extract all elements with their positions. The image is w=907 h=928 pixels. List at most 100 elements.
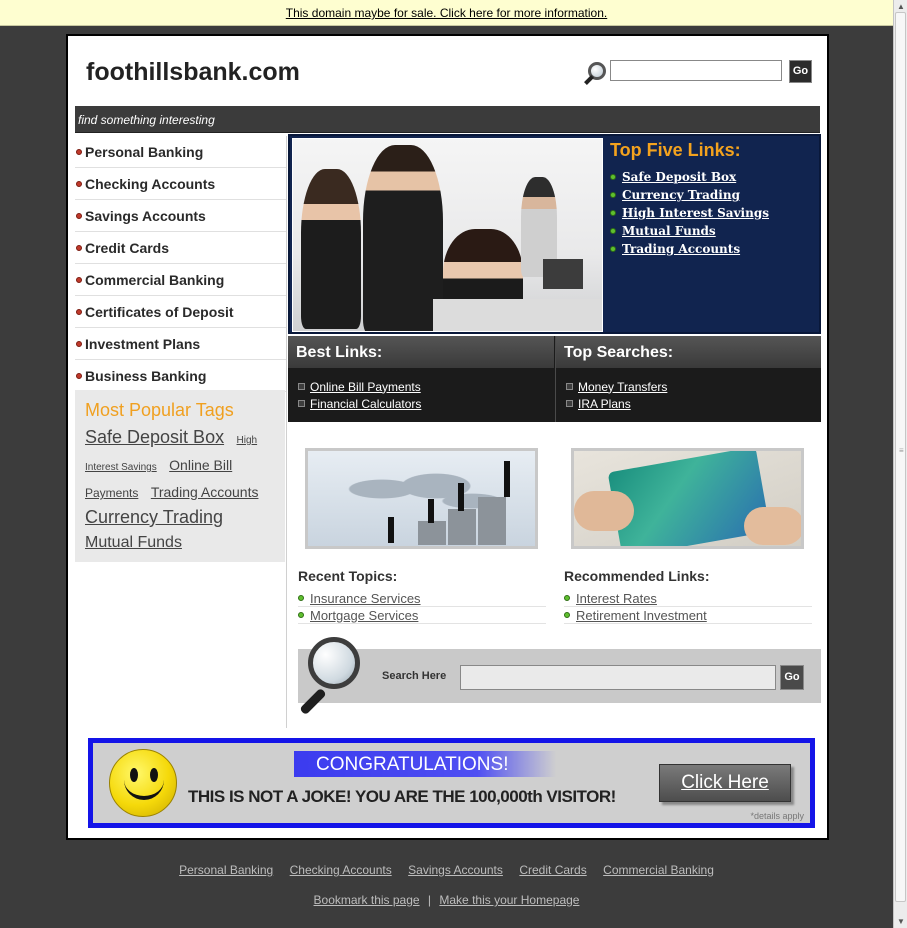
scrollbar-thumb[interactable]: ≡ xyxy=(895,12,906,902)
nav-item-business-banking[interactable]: Business Banking xyxy=(75,360,287,392)
top-link[interactable]: Currency Trading xyxy=(622,188,740,202)
nav-item-label: Checking Accounts xyxy=(85,175,216,192)
tagline-text: find something interesting xyxy=(78,113,215,127)
top-link[interactable]: Mutual Funds xyxy=(622,224,716,238)
feature-panel: Top Five Links: Safe Deposit Box Currenc… xyxy=(288,134,821,334)
red-bullet-icon xyxy=(76,244,82,251)
tag-link[interactable]: Interest Savings xyxy=(85,462,157,473)
footer-link-commercial-banking[interactable]: Commercial Banking xyxy=(603,863,714,877)
header-search: Go xyxy=(584,60,824,86)
footer-link-personal-banking[interactable]: Personal Banking xyxy=(179,863,273,877)
recent-topic-link[interactable]: Insurance Services xyxy=(310,591,421,606)
scroll-down-arrow-icon[interactable]: ▼ xyxy=(897,917,905,926)
nav-item-label: Certificates of Deposit xyxy=(85,303,234,320)
tag-link[interactable]: Online Bill xyxy=(169,457,232,473)
nav-item-label: Commercial Banking xyxy=(85,271,225,288)
nav-item-label: Business Banking xyxy=(85,367,207,384)
list-item: Mutual Funds xyxy=(610,222,769,240)
world-map-growth-image xyxy=(305,448,538,549)
nav-item-label: Investment Plans xyxy=(85,335,201,352)
top-link[interactable]: High Interest Savings xyxy=(622,206,769,220)
business-team-photo xyxy=(292,138,603,332)
footer-link-checking-accounts[interactable]: Checking Accounts xyxy=(290,863,392,877)
square-bullet-icon xyxy=(566,383,573,390)
list-item: Financial Calculators xyxy=(298,395,554,412)
tag-link[interactable]: Safe Deposit Box xyxy=(85,427,224,447)
large-magnifier-icon xyxy=(298,637,368,717)
top-searches-title: Top Searches: xyxy=(564,344,674,361)
nav-item-savings-accounts[interactable]: Savings Accounts xyxy=(75,200,287,232)
tag-link[interactable]: Payments xyxy=(85,486,138,500)
visitor-ad-banner[interactable]: CONGRATULATIONS! THIS IS NOT A JOKE! YOU… xyxy=(88,738,815,828)
top-five-links-title: Top Five Links: xyxy=(610,140,741,160)
recommended-link[interactable]: Retirement Investment xyxy=(576,608,707,623)
bookmark-link[interactable]: Bookmark this page xyxy=(314,893,420,907)
bottom-search-input[interactable] xyxy=(460,665,776,690)
scroll-up-arrow-icon[interactable]: ▲ xyxy=(897,2,905,11)
bottom-search-go-button[interactable]: Go xyxy=(780,665,804,690)
top-link[interactable]: Safe Deposit Box xyxy=(622,170,736,184)
domain-sale-link[interactable]: This domain maybe for sale. Click here f… xyxy=(286,6,607,20)
header-search-input[interactable] xyxy=(610,60,782,81)
red-bullet-icon xyxy=(76,212,82,219)
footer-link-savings-accounts[interactable]: Savings Accounts xyxy=(408,863,503,877)
green-bullet-icon xyxy=(564,612,570,618)
recommended-link[interactable]: Interest Rates xyxy=(576,591,657,606)
nav-item-checking-accounts[interactable]: Checking Accounts xyxy=(75,168,287,200)
red-bullet-icon xyxy=(76,308,82,315)
nav-item-label: Savings Accounts xyxy=(85,207,206,224)
list-item: IRA Plans xyxy=(566,395,821,412)
click-here-button[interactable]: Click Here xyxy=(659,764,791,802)
grip-icon: ≡ xyxy=(899,446,904,455)
list-item: Online Bill Payments xyxy=(298,378,554,395)
vertical-scrollbar[interactable]: ▲ ≡ ▼ xyxy=(893,0,907,928)
top-search-link[interactable]: IRA Plans xyxy=(578,397,631,411)
green-bullet-icon xyxy=(610,246,616,252)
nav-item-credit-cards[interactable]: Credit Cards xyxy=(75,232,287,264)
tag-link[interactable]: High xyxy=(237,435,258,446)
bottom-search-bar: Search Here Go xyxy=(298,637,821,716)
best-links-title: Best Links: xyxy=(296,344,383,361)
site-logo[interactable]: foothillsbank.com xyxy=(86,58,300,87)
green-bullet-icon xyxy=(298,612,304,618)
nav-item-commercial-banking[interactable]: Commercial Banking xyxy=(75,264,287,296)
best-link[interactable]: Financial Calculators xyxy=(310,397,421,411)
recent-topics-list: Insurance Services Mortgage Services xyxy=(298,590,546,624)
list-item: Money Transfers xyxy=(566,378,821,395)
nav-item-investment-plans[interactable]: Investment Plans xyxy=(75,328,287,360)
footer-link-credit-cards[interactable]: Credit Cards xyxy=(519,863,586,877)
tagline-bar: find something interesting xyxy=(75,106,820,133)
top-search-link[interactable]: Money Transfers xyxy=(578,380,667,394)
list-item: Safe Deposit Box xyxy=(610,168,769,186)
footer-nav: Personal Banking Checking Accounts Savin… xyxy=(0,861,893,879)
green-bullet-icon xyxy=(298,595,304,601)
recommended-links-list: Interest Rates Retirement Investment xyxy=(564,590,812,624)
nav-item-certificates-of-deposit[interactable]: Certificates of Deposit xyxy=(75,296,287,328)
homepage-link[interactable]: Make this your Homepage xyxy=(439,893,579,907)
recent-topic-link[interactable]: Mortgage Services xyxy=(310,608,418,623)
tag-link[interactable]: Mutual Funds xyxy=(85,534,182,551)
list-item: Insurance Services xyxy=(298,590,546,607)
tag-cloud: Safe Deposit Box High Interest Savings O… xyxy=(85,425,275,555)
nav-item-label: Credit Cards xyxy=(85,239,170,256)
recommended-links-title: Recommended Links: xyxy=(564,568,710,584)
green-bullet-icon xyxy=(610,192,616,198)
visitor-message: THIS IS NOT A JOKE! YOU ARE THE 100,000t… xyxy=(188,787,616,806)
column-divider xyxy=(286,136,287,728)
top-link[interactable]: Trading Accounts xyxy=(622,242,740,256)
nav-item-personal-banking[interactable]: Personal Banking xyxy=(75,136,287,168)
best-link[interactable]: Online Bill Payments xyxy=(310,380,421,394)
header-search-go-button[interactable]: Go xyxy=(789,60,812,83)
popular-tags-title: Most Popular Tags xyxy=(85,400,234,420)
list-item: Interest Rates xyxy=(564,590,812,607)
red-bullet-icon xyxy=(76,340,82,347)
list-item: Currency Trading xyxy=(610,186,769,204)
top-searches-column: Top Searches: Money Transfers IRA Plans xyxy=(555,336,821,422)
tag-link[interactable]: Currency Trading xyxy=(85,507,223,527)
tag-link[interactable]: Trading Accounts xyxy=(151,484,259,500)
square-bullet-icon xyxy=(298,400,305,407)
left-navigation: Personal Banking Checking Accounts Savin… xyxy=(75,136,287,392)
square-bullet-icon xyxy=(298,383,305,390)
top-five-links-list: Safe Deposit Box Currency Trading High I… xyxy=(610,168,769,258)
main-page-container: foothillsbank.com Go find something inte… xyxy=(66,34,829,840)
